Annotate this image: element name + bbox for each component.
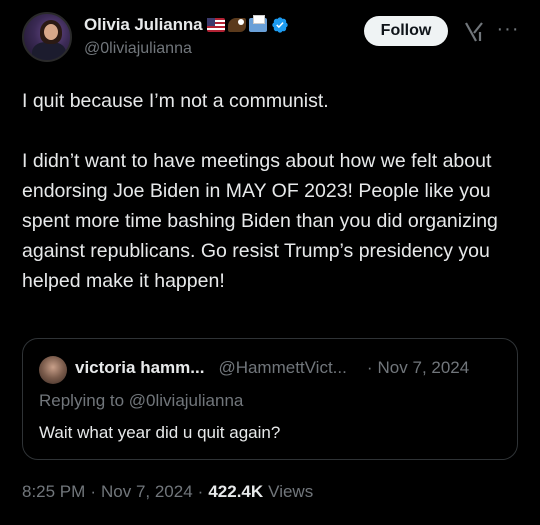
author-avatar[interactable] <box>22 12 72 62</box>
quoted-author-handle: @HammettVict... <box>218 358 347 377</box>
separator-dot: · <box>90 482 96 501</box>
more-options-icon[interactable]: ··· <box>496 19 520 44</box>
views-count[interactable]: 422.4K <box>208 482 263 502</box>
tweet-time[interactable]: 8:25 PM <box>22 482 85 502</box>
grok-icon[interactable] <box>462 20 486 44</box>
quoted-tweet-text: Wait what year did u quit again? <box>39 423 281 442</box>
tweet-header: Olivia Julianna @0liviajulianna Follow ·… <box>22 12 522 64</box>
eagle-icon <box>227 18 246 32</box>
quoted-tweet[interactable]: victoria hamm... @HammettVict... · Nov 7… <box>22 338 518 460</box>
author-name-row: Olivia Julianna <box>84 14 289 36</box>
separator-dot: · <box>366 358 373 377</box>
quoted-author-name: victoria hamm... <box>75 358 205 377</box>
author-display-name[interactable]: Olivia Julianna <box>84 15 203 35</box>
tweet-date[interactable]: Nov 7, 2024 <box>101 482 193 502</box>
ballot-box-icon <box>248 15 267 32</box>
verified-badge-icon <box>271 17 288 33</box>
views-label: Views <box>268 482 314 501</box>
tweet-metadata: 8:25 PM · Nov 7, 2024 · 422.4K Views <box>22 482 313 502</box>
tweet-body: I quit because I’m not a communist. I di… <box>22 86 512 296</box>
replying-to-label: Replying to @0liviajulianna <box>39 391 244 410</box>
us-flag-icon <box>206 18 225 32</box>
separator-dot: · <box>197 482 204 501</box>
tweet-paragraph: I quit because I’m not a communist. <box>22 90 329 112</box>
author-handle[interactable]: @0liviajulianna <box>84 40 192 58</box>
quoted-author-avatar <box>39 356 67 384</box>
tweet-paragraph: I didn’t want to have meetings about how… <box>22 150 498 292</box>
follow-button[interactable]: Follow <box>364 16 448 46</box>
quoted-tweet-date: Nov 7, 2024 <box>377 358 470 377</box>
quoted-tweet-header: victoria hamm... @HammettVict... · Nov 7… <box>75 358 469 378</box>
